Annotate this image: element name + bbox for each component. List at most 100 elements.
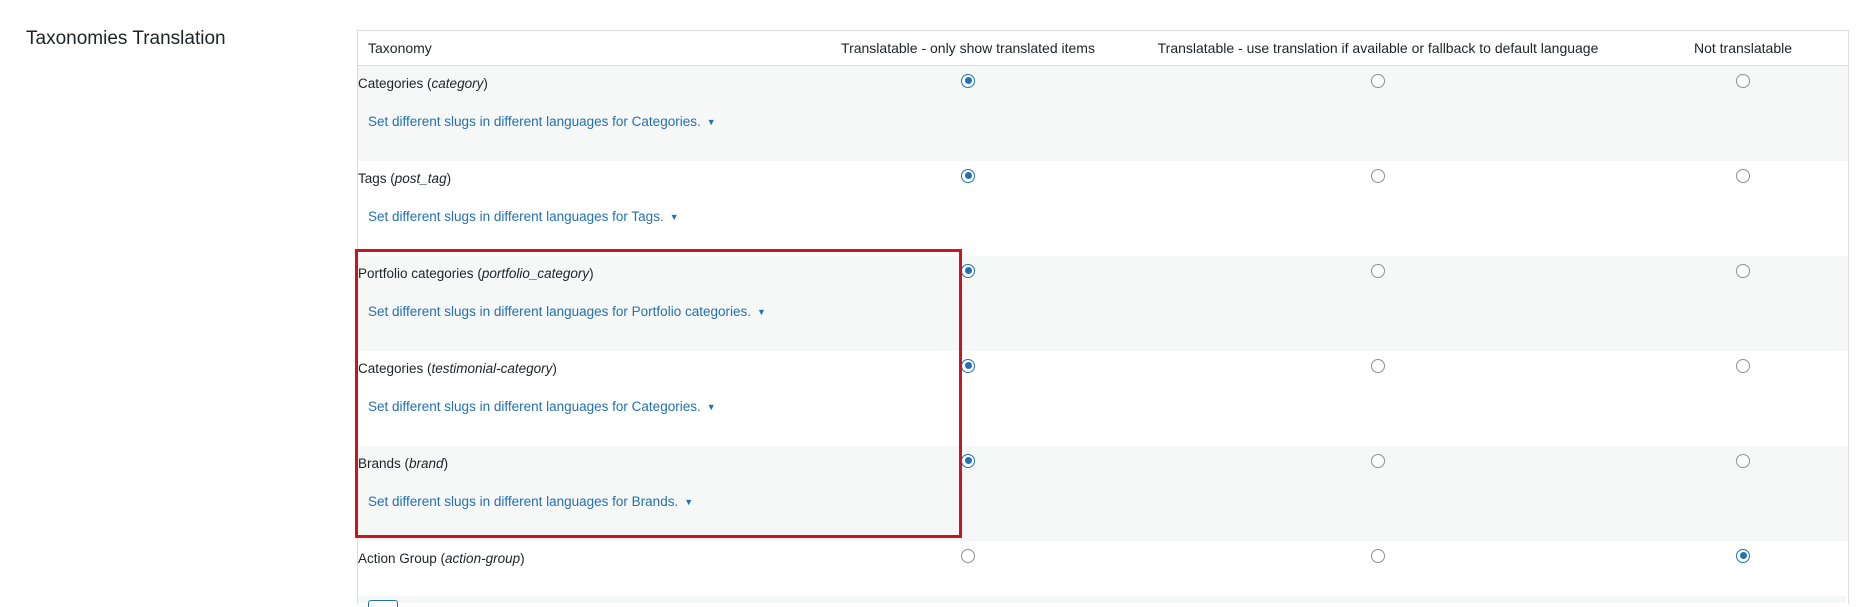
taxonomy-label: Tags (post_tag)	[358, 170, 452, 186]
empty-cell	[1118, 100, 1638, 161]
slug-toggle-link[interactable]: Set different slugs in different languag…	[368, 494, 693, 509]
slug-toggle-link[interactable]: Set different slugs in different languag…	[368, 209, 679, 224]
slug-cell: Set different slugs in different languag…	[358, 290, 818, 351]
taxonomy-slug: post_tag	[394, 170, 447, 186]
radio-cell	[818, 256, 1118, 290]
radio-cell	[1638, 161, 1848, 195]
empty-cell	[818, 290, 1118, 351]
caret-down-icon: ▼	[756, 307, 766, 317]
taxonomy-table: Taxonomy Translatable - only show transl…	[358, 31, 1848, 575]
radio-not-translatable[interactable]	[1736, 168, 1750, 183]
slug-link-text: Set different slugs in different languag…	[368, 304, 751, 319]
radio-cell	[1118, 65, 1638, 100]
partial-button[interactable]	[368, 600, 398, 607]
header-not-translatable: Not translatable	[1638, 31, 1848, 66]
empty-cell	[818, 385, 1118, 446]
radio-cell	[1638, 446, 1848, 480]
taxonomy-name: Action Group	[358, 550, 437, 566]
radio-cell	[1118, 446, 1638, 480]
radio-cell	[818, 351, 1118, 385]
radio-cell	[818, 541, 1118, 575]
radio-fallback[interactable]	[1371, 358, 1385, 373]
radio-cell	[818, 446, 1118, 480]
taxonomy-label: Portfolio categories (portfolio_category…	[358, 256, 818, 290]
taxonomy-name: Brands	[358, 455, 401, 471]
empty-cell	[1638, 385, 1848, 446]
empty-cell	[1118, 480, 1638, 541]
radio-cell	[818, 65, 1118, 100]
radio-translated-only[interactable]	[961, 168, 975, 183]
radio-not-translatable[interactable]	[1736, 73, 1750, 88]
empty-cell	[818, 195, 1118, 256]
empty-cell	[1638, 195, 1848, 256]
taxonomy-slug: portfolio_category	[481, 265, 590, 281]
taxonomy-label: Categories (category)	[358, 65, 818, 100]
taxonomy-slug: testimonial-category	[431, 360, 553, 376]
taxonomy-slug: brand	[409, 455, 444, 471]
taxonomy-label: Categories (testimonial-category)	[358, 360, 557, 376]
radio-translated-only[interactable]	[961, 263, 975, 278]
empty-cell	[1638, 290, 1848, 351]
header-taxonomy: Taxonomy	[358, 31, 818, 66]
table-header-row: Taxonomy Translatable - only show transl…	[358, 31, 1848, 66]
radio-cell	[1638, 256, 1848, 290]
radio-translated-only[interactable]	[961, 548, 975, 563]
radio-translated-only[interactable]	[961, 453, 975, 468]
slug-cell: Set different slugs in different languag…	[358, 195, 818, 256]
slug-toggle-link[interactable]: Set different slugs in different languag…	[368, 399, 716, 414]
radio-not-translatable[interactable]	[1736, 263, 1750, 278]
radio-cell	[1638, 351, 1848, 385]
table-row: Portfolio categories (portfolio_category…	[358, 256, 1848, 290]
slug-toggle-link[interactable]: Set different slugs in different languag…	[368, 114, 716, 129]
radio-translated-only[interactable]	[961, 73, 975, 88]
taxonomy-slug: category	[431, 75, 484, 91]
slug-link-text: Set different slugs in different languag…	[368, 114, 701, 129]
radio-cell	[1118, 351, 1638, 385]
empty-cell	[818, 100, 1118, 161]
table-row: Brands (brand)	[358, 446, 1848, 480]
radio-cell	[1638, 65, 1848, 100]
header-fallback: Translatable - use translation if availa…	[1118, 31, 1638, 66]
radio-fallback[interactable]	[1371, 453, 1385, 468]
radio-cell	[1118, 541, 1638, 575]
radio-fallback[interactable]	[1371, 263, 1385, 278]
empty-cell	[1118, 385, 1638, 446]
caret-down-icon: ▼	[669, 212, 679, 222]
taxonomy-label: Brands (brand)	[358, 446, 818, 480]
slug-link-text: Set different slugs in different languag…	[368, 399, 701, 414]
slug-link-text: Set different slugs in different languag…	[368, 209, 664, 224]
taxonomy-name: Portfolio categories	[358, 265, 474, 281]
table-row-slug: Set different slugs in different languag…	[358, 385, 1848, 446]
table-row-slug: Set different slugs in different languag…	[358, 480, 1848, 541]
taxonomy-table-wrapper: Taxonomy Translatable - only show transl…	[357, 30, 1849, 604]
radio-fallback[interactable]	[1371, 548, 1385, 563]
radio-cell	[818, 161, 1118, 195]
partial-next-row	[358, 596, 1846, 603]
table-row-slug: Set different slugs in different languag…	[358, 290, 1848, 351]
empty-cell	[1638, 480, 1848, 541]
taxonomy-name: Categories	[358, 75, 424, 91]
radio-not-translatable[interactable]	[1736, 548, 1750, 563]
header-translated-only: Translatable - only show translated item…	[818, 31, 1118, 66]
table-row: Action Group (action-group)	[358, 541, 1848, 575]
taxonomy-name: Tags	[358, 170, 387, 186]
slug-cell: Set different slugs in different languag…	[358, 480, 818, 541]
radio-cell	[1638, 541, 1848, 575]
taxonomy-slug: action-group	[445, 550, 521, 566]
taxonomy-name: Categories	[358, 360, 424, 376]
taxonomy-label: Action Group (action-group)	[358, 550, 525, 566]
slug-link-text: Set different slugs in different languag…	[368, 494, 679, 509]
radio-translated-only[interactable]	[961, 358, 975, 373]
table-row-slug: Set different slugs in different languag…	[358, 100, 1848, 161]
radio-fallback[interactable]	[1371, 73, 1385, 88]
radio-cell	[1118, 256, 1638, 290]
table-row-slug: Set different slugs in different languag…	[358, 195, 1848, 256]
radio-cell	[1118, 161, 1638, 195]
caret-down-icon: ▼	[706, 402, 716, 412]
radio-not-translatable[interactable]	[1736, 358, 1750, 373]
slug-toggle-link[interactable]: Set different slugs in different languag…	[368, 304, 766, 319]
radio-not-translatable[interactable]	[1736, 453, 1750, 468]
radio-fallback[interactable]	[1371, 168, 1385, 183]
slug-cell: Set different slugs in different languag…	[358, 100, 818, 161]
table-row: Categories (category)	[358, 65, 1848, 100]
